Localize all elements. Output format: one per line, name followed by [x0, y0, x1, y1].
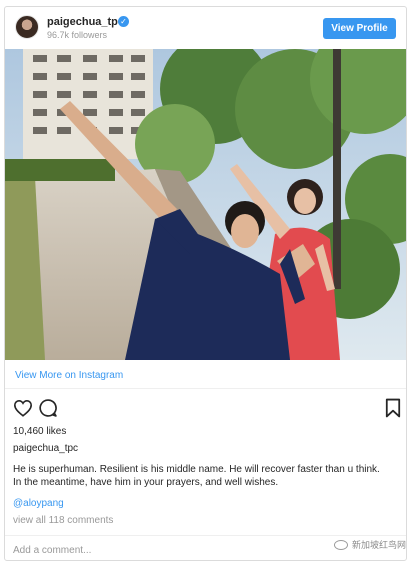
view-profile-button[interactable]: View Profile: [323, 18, 396, 39]
watermark: 新加坡红鸟网: [333, 538, 406, 551]
post-image-graphic: [5, 49, 406, 360]
divider: [5, 535, 406, 536]
post-header: paigechua_tpc ✓ 96.7k followers View Pro…: [5, 7, 406, 49]
add-comment-input[interactable]: [13, 542, 233, 558]
verified-badge-icon: ✓: [118, 16, 129, 27]
wechat-logo-icon: [333, 539, 348, 550]
instagram-embed-card: paigechua_tpc ✓ 96.7k followers View Pro…: [4, 6, 407, 561]
username[interactable]: paigechua_tpc: [47, 16, 124, 28]
follower-count: 96.7k followers: [47, 30, 108, 40]
caption-line: He is superhuman. Resilient is his middl…: [13, 464, 380, 475]
caption-line: In the meantime, have him in your prayer…: [13, 476, 279, 488]
view-more-on-instagram-link[interactable]: View More on Instagram: [15, 370, 123, 381]
mention-link[interactable]: @aloypang: [13, 498, 64, 509]
post-image[interactable]: [5, 49, 406, 360]
watermark-text: 新加坡红鸟网: [351, 540, 406, 550]
divider: [5, 388, 406, 389]
heart-icon[interactable]: [13, 399, 33, 417]
caption-text: He is superhuman. Resilient is his middl…: [13, 464, 401, 489]
view-all-comments-link[interactable]: view all 118 comments: [13, 515, 113, 526]
bookmark-icon[interactable]: [385, 398, 401, 418]
comment-icon[interactable]: [38, 398, 58, 418]
avatar[interactable]: [15, 15, 39, 39]
like-count: 10,460 likes: [13, 426, 67, 437]
caption-username[interactable]: paigechua_tpc: [13, 443, 78, 454]
